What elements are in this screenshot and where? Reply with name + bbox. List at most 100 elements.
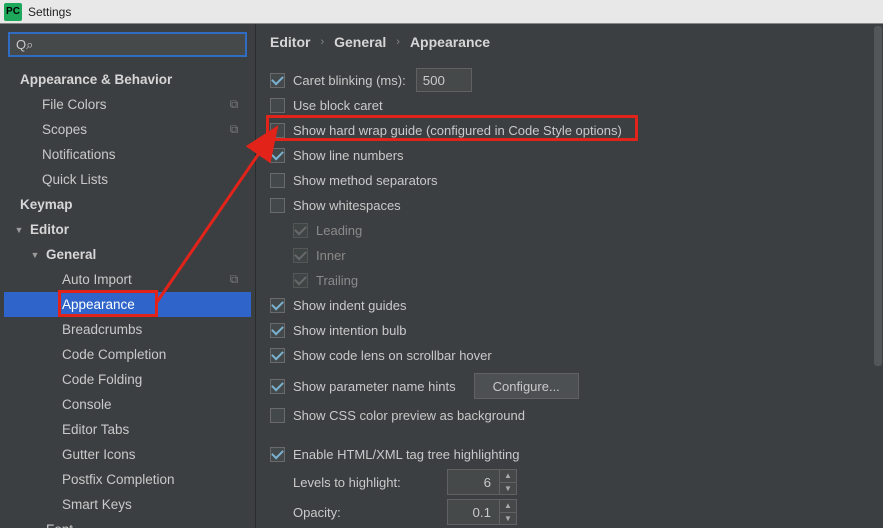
label-intention-bulb: Show intention bulb <box>293 323 406 338</box>
opt-hard-wrap: Show hard wrap guide (configured in Code… <box>270 118 869 142</box>
tree-label: Appearance <box>62 297 251 312</box>
checkbox-ws-inner <box>293 248 308 263</box>
row-levels: Levels to highlight: ▲▼ <box>293 467 869 497</box>
breadcrumb: Editor › General › Appearance <box>270 34 869 50</box>
checkbox-whitespaces[interactable] <box>270 198 285 213</box>
tree-smart-keys[interactable]: Smart Keys <box>4 492 251 517</box>
tree-keymap[interactable]: Keymap <box>4 192 251 217</box>
spin-levels: ▲▼ <box>447 469 517 495</box>
checkbox-caret-blinking[interactable] <box>270 73 285 88</box>
spin-up-icon[interactable]: ▲ <box>500 470 516 483</box>
checkbox-block-caret[interactable] <box>270 98 285 113</box>
tree-code-completion[interactable]: Code Completion <box>4 342 251 367</box>
window-title: Settings <box>28 5 71 19</box>
opt-ws-trailing: Trailing <box>293 268 869 292</box>
tree-label: Code Completion <box>62 347 251 362</box>
checkbox-css-preview[interactable] <box>270 408 285 423</box>
opt-indent-guides: Show indent guides <box>270 293 869 317</box>
configure-button[interactable]: Configure... <box>474 373 579 399</box>
label-method-sep: Show method separators <box>293 173 438 188</box>
spin-down-icon[interactable]: ▼ <box>500 483 516 495</box>
tree-label: Notifications <box>42 147 251 162</box>
opt-line-numbers: Show line numbers <box>270 143 869 167</box>
checkbox-hard-wrap[interactable] <box>270 123 285 138</box>
tree-label: Console <box>62 397 251 412</box>
tree-notifications[interactable]: Notifications <box>4 142 251 167</box>
label-opacity: Opacity: <box>293 505 433 520</box>
tree-auto-import[interactable]: Auto Import⧉ <box>4 267 251 292</box>
label-code-lens: Show code lens on scrollbar hover <box>293 348 492 363</box>
label-line-numbers: Show line numbers <box>293 148 404 163</box>
copy-icon[interactable]: ⧉ <box>225 122 243 137</box>
tree-code-folding[interactable]: Code Folding <box>4 367 251 392</box>
tree-scopes[interactable]: Scopes⧉ <box>4 117 251 142</box>
tree-file-colors[interactable]: File Colors⧉ <box>4 92 251 117</box>
scrollbar-thumb[interactable] <box>874 26 882 366</box>
tree-label: Quick Lists <box>42 172 251 187</box>
tree-label: Keymap <box>20 197 251 212</box>
chevron-right-icon: › <box>396 36 400 48</box>
checkbox-html-tag[interactable] <box>270 447 285 462</box>
opt-ws-leading: Leading <box>293 218 869 242</box>
tree-label: File Colors <box>42 97 225 112</box>
tree-label: Smart Keys <box>62 497 251 512</box>
tree-gutter-icons[interactable]: Gutter Icons <box>4 442 251 467</box>
spin-up-icon[interactable]: ▲ <box>500 500 516 513</box>
tree-label: Editor Tabs <box>62 422 251 437</box>
label-block-caret: Use block caret <box>293 98 383 113</box>
input-levels[interactable] <box>447 469 499 495</box>
app-logo: PC <box>4 3 22 21</box>
tree-label: Appearance & Behavior <box>20 72 251 87</box>
tree-font[interactable]: Font <box>4 517 251 528</box>
label-css-preview: Show CSS color preview as background <box>293 408 525 423</box>
crumb-appearance: Appearance <box>410 34 490 50</box>
opt-ws-inner: Inner <box>293 243 869 267</box>
tree-label: Code Folding <box>62 372 251 387</box>
tree-breadcrumbs[interactable]: Breadcrumbs <box>4 317 251 342</box>
spin-opacity: ▲▼ <box>447 499 517 525</box>
chevron-down-icon: ▼ <box>28 250 42 260</box>
row-opacity: Opacity: ▲▼ <box>293 497 869 527</box>
tree-label: Postfix Completion <box>62 472 251 487</box>
checkbox-param-hints[interactable] <box>270 379 285 394</box>
checkbox-method-sep[interactable] <box>270 173 285 188</box>
scrollbar[interactable] <box>873 24 883 528</box>
copy-icon[interactable]: ⧉ <box>225 97 243 112</box>
tree-editor[interactable]: ▼Editor <box>4 217 251 242</box>
spin-down-icon[interactable]: ▼ <box>500 513 516 525</box>
tree-label: Font <box>46 522 251 528</box>
opt-css-preview: Show CSS color preview as background <box>270 403 869 427</box>
checkbox-indent-guides[interactable] <box>270 298 285 313</box>
label-whitespaces: Show whitespaces <box>293 198 401 213</box>
crumb-general[interactable]: General <box>334 34 386 50</box>
checkbox-intention-bulb[interactable] <box>270 323 285 338</box>
tree-appearance-behavior[interactable]: Appearance & Behavior <box>4 67 251 92</box>
checkbox-line-numbers[interactable] <box>270 148 285 163</box>
crumb-editor[interactable]: Editor <box>270 34 310 50</box>
checkbox-ws-trailing <box>293 273 308 288</box>
input-caret-ms[interactable] <box>416 68 472 92</box>
search-input[interactable] <box>8 32 247 57</box>
checkbox-code-lens[interactable] <box>270 348 285 363</box>
tree-console[interactable]: Console <box>4 392 251 417</box>
opt-whitespaces: Show whitespaces <box>270 193 869 217</box>
content-pane: Editor › General › Appearance Caret blin… <box>256 24 883 528</box>
tree-editor-tabs[interactable]: Editor Tabs <box>4 417 251 442</box>
label-param-hints: Show parameter name hints <box>293 379 456 394</box>
input-opacity[interactable] <box>447 499 499 525</box>
copy-icon[interactable]: ⧉ <box>225 272 243 287</box>
opt-intention-bulb: Show intention bulb <box>270 318 869 342</box>
opt-method-sep: Show method separators <box>270 168 869 192</box>
tree-general[interactable]: ▼ General <box>4 242 251 267</box>
tree-label: General <box>46 247 251 262</box>
label-html-tag: Enable HTML/XML tag tree highlighting <box>293 447 519 462</box>
tree-label: Breadcrumbs <box>62 322 251 337</box>
opt-code-lens: Show code lens on scrollbar hover <box>270 343 869 367</box>
tree-quick-lists[interactable]: Quick Lists <box>4 167 251 192</box>
label-ws-leading: Leading <box>316 223 362 238</box>
app-body: Appearance & Behavior File Colors⧉ Scope… <box>0 24 883 528</box>
label-ws-trailing: Trailing <box>316 273 358 288</box>
tree-postfix-completion[interactable]: Postfix Completion <box>4 467 251 492</box>
tree-appearance[interactable]: Appearance <box>4 292 251 317</box>
tree-label: Auto Import <box>62 272 225 287</box>
